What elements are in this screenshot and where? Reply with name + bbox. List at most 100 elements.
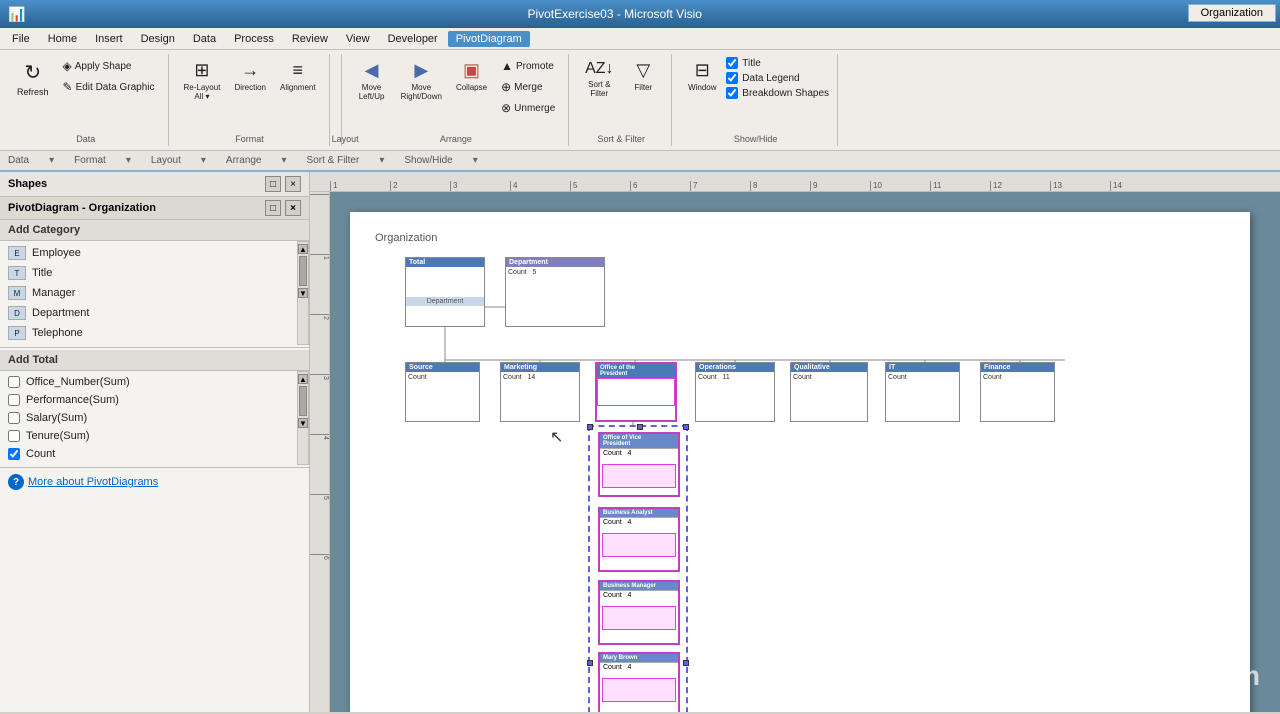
title-icon: T [8, 266, 26, 280]
canvas-main[interactable]: Organization [330, 192, 1280, 712]
category-department[interactable]: D Department [0, 303, 297, 323]
finance-header: Finance [981, 363, 1054, 372]
pivot-node-qualitative[interactable]: Qualitative Count [790, 362, 868, 422]
title-checkbox[interactable] [726, 57, 738, 69]
collapse-button[interactable]: ▣ Collapse [451, 56, 492, 96]
filter-button[interactable]: ▽ Filter [623, 56, 663, 96]
total-scroll-thumb[interactable] [299, 386, 307, 416]
shapes-expand-button[interactable]: □ [265, 176, 281, 192]
category-telephone[interactable]: P Telephone [0, 323, 297, 343]
pivot-node-root[interactable]: Total Department [405, 257, 485, 327]
shapes-panel-header: Shapes □ × [0, 172, 309, 197]
office-number-checkbox[interactable] [8, 376, 20, 388]
data-legend-checkbox-label[interactable]: Data Legend [726, 71, 829, 85]
direction-button[interactable]: → Direction [229, 56, 271, 96]
cursor-indicator: ↖ [550, 427, 563, 447]
menu-developer[interactable]: Developer [380, 31, 446, 47]
ribbon-statusbar: Data ▾ Format ▾ Layout ▾ Arrange ▾ Sort … [0, 150, 1280, 170]
org-label: Organization [375, 232, 437, 244]
menu-review[interactable]: Review [284, 31, 336, 47]
pivot-node-operations[interactable]: Operations Count 11 [695, 362, 775, 422]
promote-button[interactable]: ▲ Promote [496, 56, 560, 76]
salary-checkbox[interactable] [8, 412, 20, 424]
total-tenure[interactable]: Tenure(Sum) [0, 427, 297, 445]
sub1-box [602, 464, 676, 488]
total-count[interactable]: Count [0, 445, 297, 463]
pivot-node-dept[interactable]: Department Count 5 [505, 257, 605, 327]
pivot-sub-node-2[interactable]: Business Analyst Count 4 [598, 507, 680, 572]
show-hide-expand-icon[interactable]: ▾ [473, 155, 478, 166]
unmerge-button[interactable]: ⊗ Unmerge [496, 98, 560, 118]
total-performance[interactable]: Performance(Sum) [0, 391, 297, 409]
tenure-checkbox[interactable] [8, 430, 20, 442]
total-salary[interactable]: Salary(Sum) [0, 409, 297, 427]
refresh-icon: ↻ [24, 60, 41, 85]
organization-dropdown[interactable]: Organization [1188, 4, 1276, 22]
apply-shape-button[interactable]: ◈ Apply Shape [58, 56, 160, 76]
scroll-up-arrow[interactable]: ▲ [298, 244, 308, 254]
sort-filter-button[interactable]: AZ↓ Sort &Filter [579, 56, 619, 102]
promote-icon: ▲ [501, 59, 513, 73]
telephone-icon: P [8, 326, 26, 340]
shapes-close-button[interactable]: × [285, 176, 301, 192]
pivot-node-source[interactable]: Source Count [405, 362, 480, 422]
refresh-button[interactable]: ↻ Refresh [12, 56, 54, 101]
pivot-panel-expand-button[interactable]: □ [265, 200, 281, 216]
category-manager[interactable]: M Manager [0, 283, 297, 303]
pivot-panel-close-button[interactable]: × [285, 200, 301, 216]
pivot-node-office[interactable]: Office of thePresident [595, 362, 677, 422]
layout-expand-icon[interactable]: ▾ [201, 155, 206, 166]
merge-button[interactable]: ⊕ Merge [496, 77, 560, 97]
breakdown-shapes-checkbox-label[interactable]: Breakdown Shapes [726, 86, 829, 100]
pivot-sub-node-4[interactable]: Mary Brown Count 4 [598, 652, 680, 712]
total-office-number[interactable]: Office_Number(Sum) [0, 373, 297, 391]
pivot-node-marketing[interactable]: Marketing Count 14 [500, 362, 580, 422]
move-left-up-button[interactable]: ◀ MoveLeft/Up [352, 56, 392, 105]
arrange-expand-icon[interactable]: ▾ [282, 155, 287, 166]
title-checkbox-label[interactable]: Title [726, 56, 829, 70]
menu-design[interactable]: Design [133, 31, 183, 47]
data-expand-icon[interactable]: ▾ [49, 155, 54, 166]
ruler-left: 1 2 3 4 5 6 [310, 192, 330, 712]
relayout-all-button[interactable]: ⊞ Re-LayoutAll ▾ [179, 56, 226, 105]
menu-home[interactable]: Home [40, 31, 85, 47]
help-link[interactable]: ? More about PivotDiagrams [0, 470, 309, 494]
total-scroll-up[interactable]: ▲ [298, 374, 308, 384]
it-body: Count [886, 372, 959, 407]
edit-data-graphic-button[interactable]: ✎ Edit Data Graphic [58, 77, 160, 97]
menu-bar: File Home Insert Design Data Process Rev… [0, 28, 1280, 50]
category-scrollbar[interactable]: ▲ ▼ [297, 241, 309, 345]
sort-filter-expand-icon[interactable]: ▾ [379, 155, 384, 166]
pivot-panel-title: PivotDiagram - Organization [8, 202, 156, 214]
category-title[interactable]: T Title [0, 263, 297, 283]
scroll-down-arrow[interactable]: ▼ [298, 288, 308, 298]
menu-file[interactable]: File [4, 31, 38, 47]
layout-section-label: Layout [151, 155, 181, 166]
menu-process[interactable]: Process [226, 31, 282, 47]
pivot-node-finance[interactable]: Finance Count [980, 362, 1055, 422]
window-title: PivotExercise03 - Microsoft Visio [25, 7, 1204, 21]
help-icon: ? [8, 474, 24, 490]
menu-view[interactable]: View [338, 31, 378, 47]
pivot-sub-node-3[interactable]: Business Manager Count 4 [598, 580, 680, 645]
pivot-sub-node-1[interactable]: Office of VicePresident Count 4 [598, 432, 680, 497]
pivot-node-it[interactable]: IT Count [885, 362, 960, 422]
ruler-marks: 1 2 3 4 5 6 7 8 9 10 11 12 13 14 [330, 181, 1170, 191]
format-expand-icon[interactable]: ▾ [126, 155, 131, 166]
sub2-header: Business Analyst [600, 509, 678, 517]
scroll-thumb[interactable] [299, 256, 307, 286]
menu-pivotdiagram[interactable]: PivotDiagram [448, 31, 530, 47]
menu-insert[interactable]: Insert [87, 31, 131, 47]
breakdown-shapes-checkbox[interactable] [726, 87, 738, 99]
count-checkbox[interactable] [8, 448, 20, 460]
alignment-button[interactable]: ≡ Alignment [275, 56, 321, 96]
performance-checkbox[interactable] [8, 394, 20, 406]
data-legend-checkbox[interactable] [726, 72, 738, 84]
total-scrollbar[interactable]: ▲ ▼ [297, 371, 309, 465]
menu-data[interactable]: Data [185, 31, 224, 47]
window-button[interactable]: ⊟ Window [682, 56, 722, 96]
move-right-down-button[interactable]: ▶ MoveRight/Down [396, 56, 447, 105]
qualitative-header: Qualitative [791, 363, 867, 372]
category-employee[interactable]: E Employee [0, 243, 297, 263]
total-scroll-down[interactable]: ▼ [298, 418, 308, 428]
